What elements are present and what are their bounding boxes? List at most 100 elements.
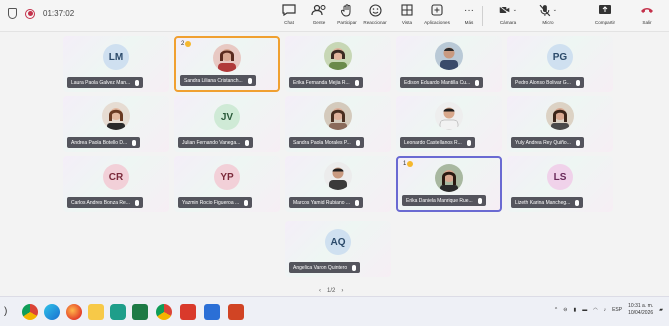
grid-icon: [398, 3, 416, 17]
participant-name: Julian Fernando Vanega...: [182, 139, 241, 146]
powerpoint-icon[interactable]: [228, 304, 244, 320]
page-indicator: 1/2: [327, 288, 336, 294]
chat-button[interactable]: Chat: [272, 3, 306, 29]
participant-tile[interactable]: Edison Eduardo Mantilla Cu...: [396, 36, 502, 92]
participant-name: Leonardo Castellanos R...: [404, 139, 462, 146]
chevron-down-icon: ⌄: [512, 7, 517, 13]
participant-tile[interactable]: CR Carlos Andres Bonza Re...: [63, 156, 169, 212]
mic-icon: [354, 79, 359, 86]
chrome-icon[interactable]: [22, 304, 38, 320]
leave-button[interactable]: Salir: [630, 3, 664, 29]
add-app-icon: [428, 3, 446, 17]
word-icon[interactable]: [204, 304, 220, 320]
participant-tile[interactable]: JV Julian Fernando Vanega...: [174, 96, 280, 152]
hand-icon: [338, 3, 356, 17]
windows-taskbar: ) ^ ⊖ ▮ ▬ ◠ ♪ ESP 10:31 a. m. 10/04/2026…: [0, 296, 669, 326]
participant-name: Laura Paola Galvez Man...: [71, 79, 131, 86]
volume-icon[interactable]: ♪: [604, 307, 607, 313]
shield-icon: [8, 8, 17, 19]
react-button[interactable]: Reaccionar: [358, 3, 392, 29]
mic-icon: [355, 199, 360, 206]
mic-button[interactable]: ⌄ Micro: [528, 3, 568, 29]
avatar: [435, 164, 463, 192]
participant-tile[interactable]: 1 Erika Daniela Manrique Rue...: [396, 156, 502, 212]
participant-name: Erika Daniela Manrique Rue...: [406, 197, 473, 204]
participant-name: Angelica Varon Quintero: [293, 264, 348, 271]
excel-icon[interactable]: [132, 304, 148, 320]
mic-icon: [352, 264, 357, 271]
share-button[interactable]: Compartir: [588, 3, 622, 29]
participant-name: Sandra Liliana Cristanch...: [184, 77, 243, 84]
participant-tile[interactable]: Yuly Andrea Rey Quiño...: [507, 96, 613, 152]
participant-tile[interactable]: Marcos Yamid Rubiano ...: [285, 156, 391, 212]
mic-off-icon: ⌄: [539, 3, 557, 17]
language-indicator[interactable]: ESP: [612, 307, 622, 313]
chevron-up-icon[interactable]: ^: [555, 307, 557, 313]
participant-tile[interactable]: Leonardo Castellanos R...: [396, 96, 502, 152]
edge-icon[interactable]: [44, 304, 60, 320]
participant-tile[interactable]: Sandra Paola Morales P...: [285, 96, 391, 152]
hand-icon: [407, 161, 414, 167]
avatar: LS: [547, 164, 573, 190]
participant-name: Lizeth Karina Mancheg...: [515, 199, 571, 206]
file-explorer-icon[interactable]: [88, 304, 104, 320]
meeting-toolbar: 01:37:02 Chat Gente Participar Reacciona…: [0, 0, 669, 32]
mic-icon: [575, 79, 580, 86]
mic-icon: [355, 139, 360, 146]
people-icon: [310, 3, 328, 17]
participant-tile[interactable]: Erika Fernanda Mejia R...: [285, 36, 391, 92]
participant-name: Marcos Yamid Rubiano ...: [293, 199, 351, 206]
firefox-icon[interactable]: [66, 304, 82, 320]
gallery-pager: ‹ 1/2 ›: [319, 288, 343, 294]
avatar: [213, 44, 241, 72]
avatar: JV: [214, 104, 240, 130]
avatar: AQ: [325, 229, 351, 255]
battery-icon[interactable]: ▬: [582, 307, 587, 313]
participant-tile[interactable]: YP Yazmin Rocio Figueroa ...: [174, 156, 280, 212]
view-button[interactable]: Vista: [390, 3, 424, 29]
avatar: [102, 102, 130, 130]
hand-icon: [185, 41, 192, 47]
mic-icon: [135, 79, 140, 86]
pen-icon[interactable]: ▮: [573, 307, 576, 313]
wifi-icon[interactable]: ◠: [593, 307, 597, 313]
chevron-down-icon: ⌄: [552, 7, 557, 13]
mic-icon: [244, 199, 249, 206]
mic-icon: [477, 197, 482, 204]
avatar: CR: [103, 164, 129, 190]
toolbar-divider: [482, 6, 483, 26]
participant-tile[interactable]: LS Lizeth Karina Mancheg...: [507, 156, 613, 212]
clock[interactable]: 10:31 a. m. 10/04/2026: [628, 303, 653, 317]
participant-name: Edison Eduardo Mantilla Cu...: [404, 79, 471, 86]
system-tray: ^ ⊖ ▮ ▬ ◠ ♪ ESP 10:31 a. m. 10/04/2026 ▰: [555, 303, 663, 317]
avatar: [324, 42, 352, 70]
notifications-icon[interactable]: ▰: [659, 307, 663, 313]
participant-name: Pedro Alonso Bolivar G...: [515, 79, 571, 86]
acrobat-icon[interactable]: [180, 304, 196, 320]
participant-name: Carlos Andres Bonza Re...: [71, 199, 130, 206]
avatar: [435, 42, 463, 70]
usb-icon[interactable]: ⊖: [563, 307, 567, 313]
participant-tile[interactable]: Andrea Paola Botello D...: [63, 96, 169, 152]
mic-icon: [247, 77, 252, 84]
avatar: YP: [214, 164, 240, 190]
apps-button[interactable]: Aplicaciones: [420, 3, 454, 29]
participant-tile[interactable]: PG Pedro Alonso Bolivar G...: [507, 36, 613, 92]
recording-icon: [25, 8, 35, 19]
prev-page-button[interactable]: ‹: [319, 288, 321, 294]
participant-tile[interactable]: AQ Angelica Varon Quintero: [285, 221, 391, 277]
chrome-profile-icon[interactable]: [156, 304, 172, 320]
participant-tile[interactable]: 2 Sandra Liliana Cristanch...: [174, 36, 280, 92]
share-screen-icon: [596, 3, 614, 17]
camera-button[interactable]: ⌄ Cámara: [488, 3, 528, 29]
ellipsis-icon: ···: [464, 4, 474, 16]
app-icon[interactable]: [110, 304, 126, 320]
search-icon[interactable]: ): [4, 304, 20, 320]
participant-tile[interactable]: LM Laura Paola Galvez Man...: [63, 36, 169, 92]
raised-hand-indicator: 2: [181, 41, 192, 47]
participant-name: Yazmin Rocio Figueroa ...: [182, 199, 240, 206]
more-button[interactable]: ··· Más: [452, 3, 486, 29]
meeting-timer: 01:37:02: [43, 9, 75, 18]
mic-icon: [466, 139, 471, 146]
next-page-button[interactable]: ›: [341, 288, 343, 294]
